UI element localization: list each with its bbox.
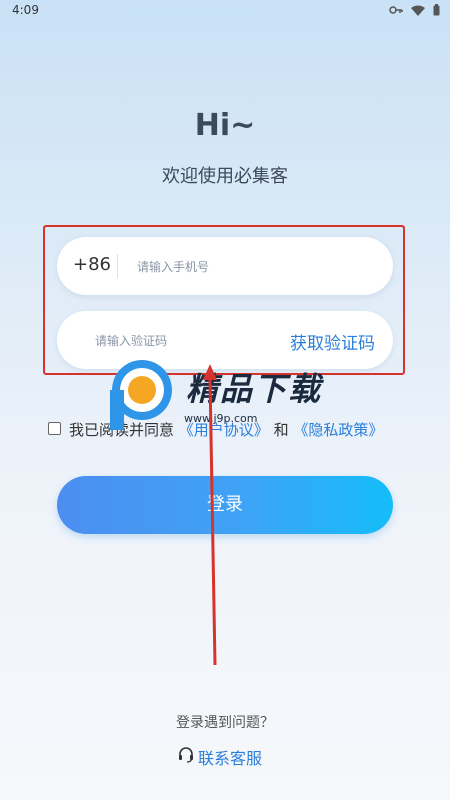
- support-label: 联系客服: [198, 749, 263, 768]
- annotation-arrow: [203, 364, 217, 666]
- login-problem-text: 登录遇到问题？: [176, 715, 274, 731]
- contact-support-link[interactable]: 联系客服: [178, 746, 262, 768]
- headset-icon: [178, 747, 194, 767]
